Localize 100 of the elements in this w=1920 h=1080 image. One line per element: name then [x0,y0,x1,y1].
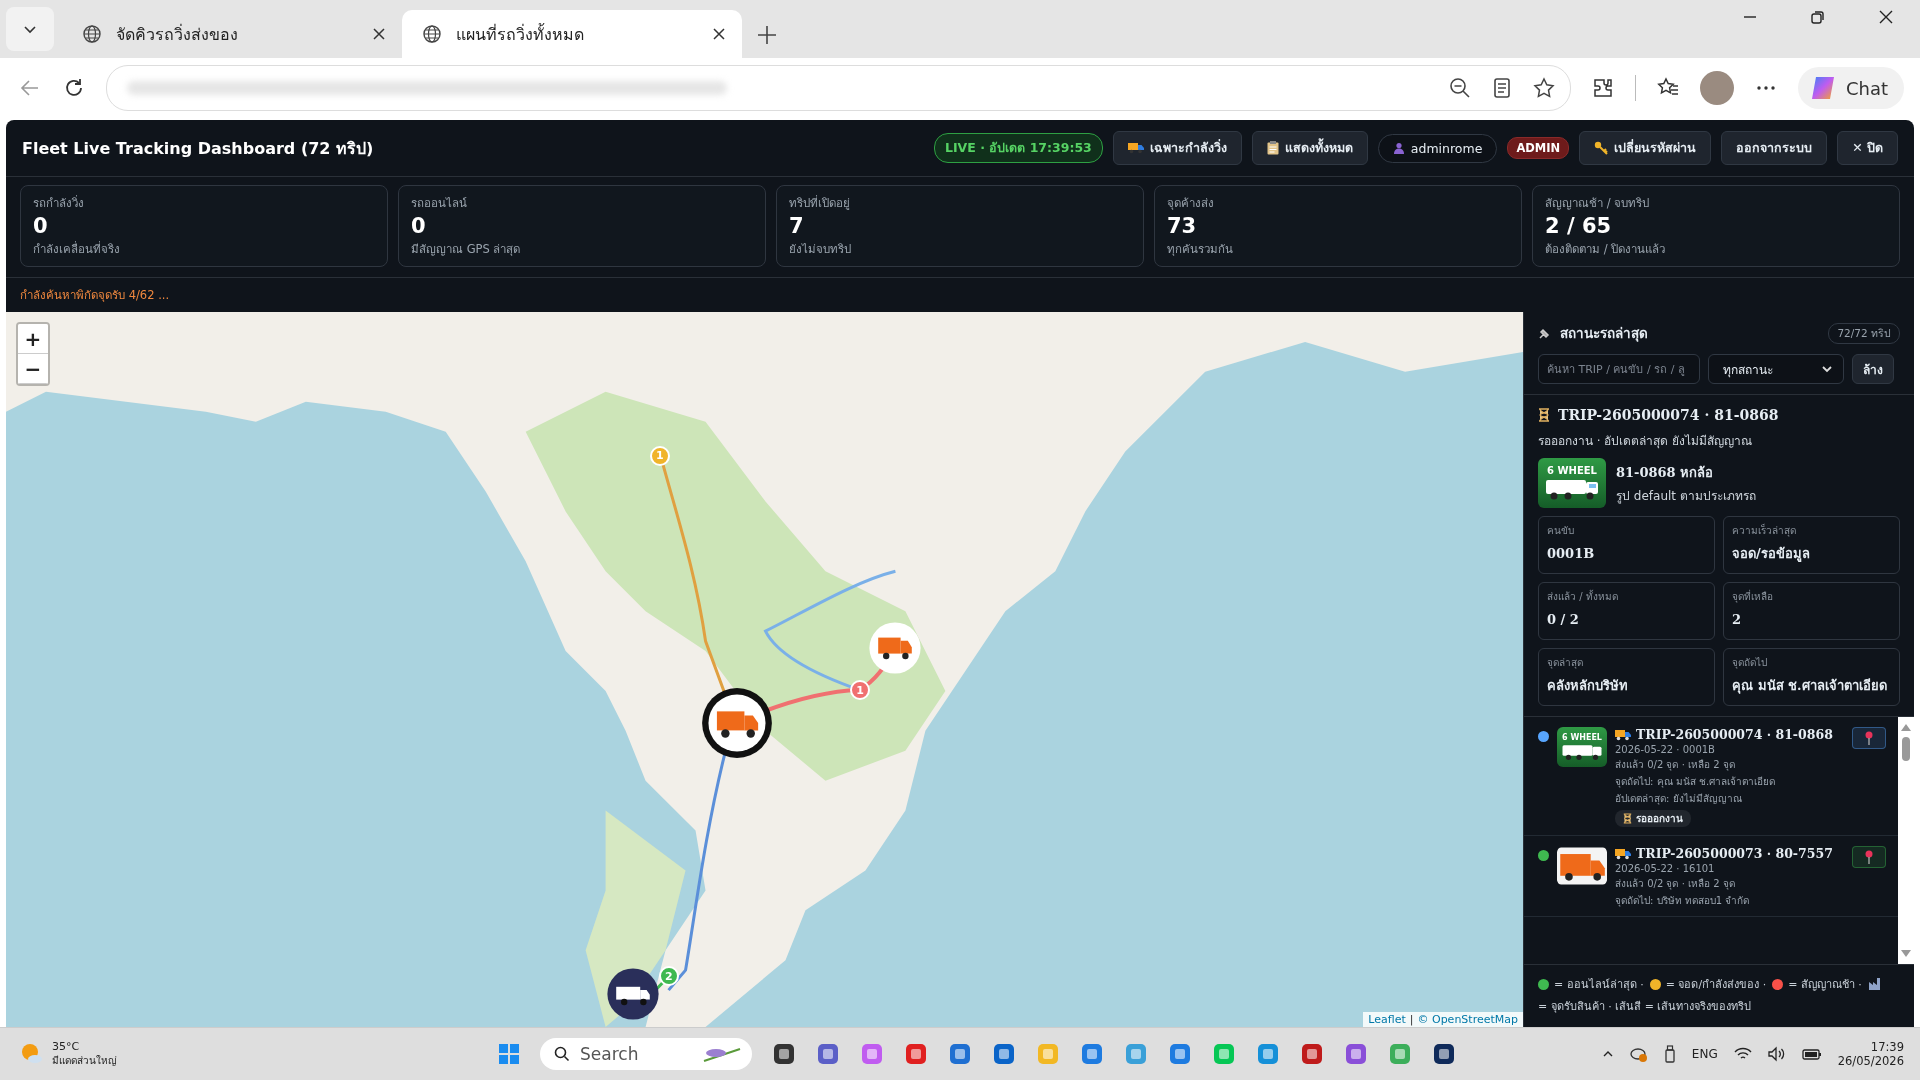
stat-caption: ยังไม่จบทริป [789,241,852,258]
stat-value: 2 / 65 [1545,214,1613,238]
info-label: ส่งแล้ว / ทั้งหมด [1547,589,1619,604]
zoom-in-button[interactable]: + [18,324,48,354]
zoom-out-icon[interactable] [1447,76,1472,100]
chat-button[interactable]: Chat [1797,67,1904,109]
scrollbar-thumb[interactable] [1902,737,1910,761]
vehicle-thumbnail: 6 WHEEL [1538,458,1606,508]
leaflet-link[interactable]: Leaflet [1368,1013,1406,1026]
legend-text: = ออนไลน์ล่าสุด · [1554,977,1644,993]
header-button[interactable]: แสดงทั้งหมด [1251,131,1368,165]
user-icon [1392,142,1405,154]
user-button[interactable]: adminrome [1377,133,1498,163]
star-icon[interactable] [1531,76,1556,100]
profile-avatar[interactable] [1699,71,1734,105]
trip-detail-text: 2026-05-22 · 0001B [1615,744,1716,755]
volume-icon[interactable] [1767,1046,1786,1062]
clock[interactable]: 17:39 26/05/2026 [1837,1040,1904,1068]
cloud-warning-icon[interactable] [1629,1046,1648,1062]
trip-list-item[interactable]: TRIP-2605000073 · 80-7557 2026-05-22 · 16101 ส่งแล้ว 0/2 จุด · เหลือ 2 จุด จุดถัดไป: บริษัท ทดสอบ1 จำกัด [1524,836,1898,917]
openstreetmap-link[interactable]: © OpenStreetMap [1417,1013,1518,1026]
trip-title: TRIP-2605000074 · 81-0868 [1636,727,1833,742]
usb-drive-icon[interactable] [1663,1045,1676,1063]
scroll-up-icon[interactable] [1901,723,1911,731]
geocode-progress-text: กำลังค้นหาพิกัดจุดรับ 4/62 ... [20,287,170,304]
pushpin-icon [1864,850,1874,864]
trip-filter-field[interactable]: ค้นหา TRIP / คนขับ / รถ / ลู [1538,354,1700,384]
zoom-out-button[interactable]: − [18,354,48,384]
weather-text: มีแดดส่วนใหญ่ [52,1054,117,1068]
info-value: คุณ มนัส ช.ศาลเจ้าตาเอียด [1732,677,1888,696]
scrollbar[interactable] [1898,717,1914,964]
browser-tab[interactable]: จัดคิวรถวิ่งส่งของ [62,10,402,58]
tab-title: แผนที่รถวิ่งทั้งหมด [456,22,585,46]
temperature: 35°C [52,1040,81,1053]
info-label: จุดที่เหลือ [1732,589,1774,604]
trip-detail-text: ส่งแล้ว 0/2 จุด · เหลือ 2 จุด [1615,877,1736,891]
live-status-badge: LIVE · อัปเดต 17:39:53 [934,133,1103,163]
trip-detail-text: จุดถัดไป: บริษัท ทดสอบ1 จำกัด [1615,894,1751,908]
close-icon[interactable] [712,27,726,41]
input-language[interactable]: ENG [1691,1047,1718,1061]
trip-detail-text: 2026-05-22 · 16101 [1615,863,1716,874]
clipboard-icon [1266,141,1279,155]
info-label: จุดถัดไป [1732,656,1768,670]
pushpin-icon [1864,731,1874,745]
dashboard-title: Fleet Live Tracking Dashboard (72 ทริป) [22,137,374,160]
browser-tab[interactable]: แผนที่รถวิ่งทั้งหมด [402,10,742,58]
restore-icon[interactable] [1810,9,1826,25]
close-icon[interactable] [1878,9,1894,25]
battery-icon[interactable] [1801,1047,1822,1061]
taskbar-search-field[interactable]: Search [540,1038,752,1070]
truck-marker-icon[interactable] [604,966,661,1023]
stat-label: สัญญาณช้า / จบทริป [1545,195,1651,212]
close-icon[interactable] [372,27,386,41]
satellite-icon [1538,326,1552,340]
trip-count-badge: 72/72 ทริป [1828,322,1900,344]
address-field[interactable] [106,65,1571,111]
vehicle-note: รูป default ตามประเภทรถ [1616,487,1756,505]
legend-text: = จอด/กำลังส่งของ · [1665,977,1767,993]
header-button[interactable]: เฉพาะกำลังวิ่ง [1112,131,1242,165]
hourglass-icon [1623,813,1632,824]
stat-value: 0 [33,214,49,238]
scroll-down-icon[interactable] [1901,950,1911,958]
stat-value: 7 [789,214,805,238]
trip-status-text: รอออกงาน · อัปเดตล่าสุด ยังไม่มีสัญญาณ [1538,433,1754,450]
trip-detail-text: จุดถัดไป: คุณ มนัส ช.ศาลเจ้าตาเอียด [1615,775,1777,789]
trip-list-item[interactable]: 6 WHEEL TRIP-2605000074 · 81-0868 2026-05-22 · 0001B ส่งแล้ว 0/2 จุด · เหลือ 2 จุด จุดถัดไป: คุณ มนัส ช.ศาลเจ้าตาเอียด อัปเดตล่าสุด: ยังไม่มีสัญญาณ รอออกงาน [1524,717,1898,836]
factory-icon [1867,977,1882,991]
stat-label: รถกำลังวิ่ง [33,194,85,212]
stat-value: 73 [1167,214,1198,238]
header-button[interactable]: เปลี่ยนรหัสผ่าน [1579,131,1712,165]
truck-icon [1615,728,1631,741]
info-value: 0 / 2 [1547,611,1580,629]
new-tab-icon[interactable] [756,24,778,46]
info-label: คนขับ [1547,524,1575,538]
status-filter-dropdown[interactable]: ทุกสถานะ [1708,354,1844,384]
header-button[interactable]: ออกจากระบบ [1721,131,1828,165]
stat-caption: มีสัญญาณ GPS ล่าสุด [411,241,522,258]
tab-title: จัดคิวรถวิ่งส่งของ [116,23,239,46]
locate-button[interactable] [1852,727,1886,749]
key-icon [1594,141,1609,155]
trip-title: TRIP-2605000073 · 80-7557 [1636,846,1833,861]
truck-marker-icon[interactable] [700,686,775,761]
windows-start-icon[interactable] [498,1043,520,1065]
panel-title: สถานะรถล่าสุด [1560,324,1648,344]
chevron-down-icon [1821,363,1833,375]
legend-text: = สัญญาณช้า · [1788,977,1862,993]
stat-label: รถออนไลน์ [411,195,468,212]
date: 26/05/2026 [1837,1054,1904,1068]
time: 17:39 [1870,1040,1904,1054]
locate-button[interactable] [1852,846,1886,868]
status-text: รอออกงาน [1636,812,1683,826]
info-value: 2 [1732,611,1743,629]
info-value: จอด/รอข้อมูล [1732,545,1811,564]
clear-button[interactable]: ล้าง [1852,354,1894,384]
header-button[interactable]: ✕ ปิด [1837,131,1898,165]
truck-marker-icon[interactable] [866,620,923,677]
info-value: คลังหลักบริษัท [1547,677,1629,695]
trip-detail-text: อัปเดตล่าสุด: ยังไม่มีสัญญาณ [1615,792,1743,806]
hourglass-icon [1538,408,1550,422]
attribution-separator: | [1409,1013,1414,1026]
